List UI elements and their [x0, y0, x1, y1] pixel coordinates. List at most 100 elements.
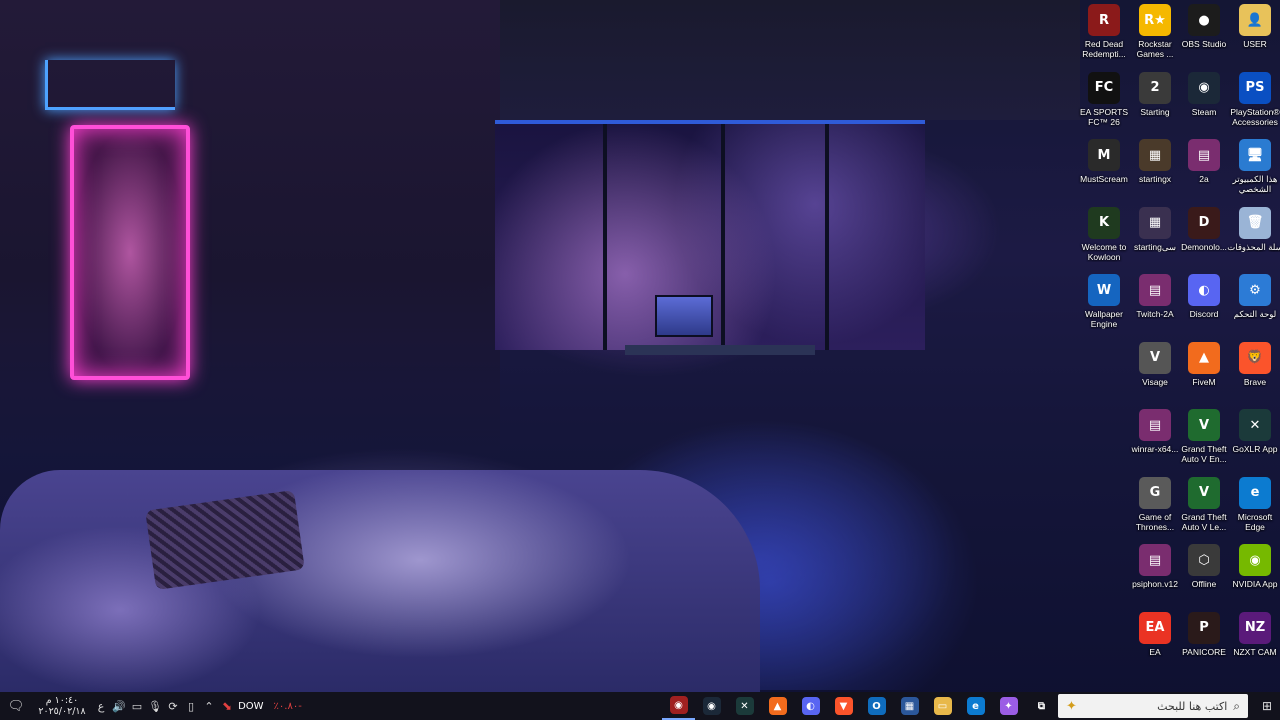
desktop-icon-winrar-installer[interactable]: ▤ winrar-x64...: [1129, 409, 1181, 473]
desktop-icon-psiphon[interactable]: ▤ psiphon.v12: [1129, 544, 1181, 608]
starting-icon: 2: [1139, 71, 1171, 104]
desktop-icon-nvidia[interactable]: ◉ NVIDIA App: [1229, 544, 1280, 608]
sparkle-icon: ✦: [1066, 698, 1077, 714]
show-hidden-icons-icon[interactable]: ⌃: [200, 692, 218, 720]
twitch-archive-icon: ▤: [1139, 274, 1171, 306]
desktop-icon-label: Rockstar Games ...: [1136, 39, 1174, 59]
desktop-icon-fivem[interactable]: ▲ FiveM: [1178, 341, 1230, 406]
this-pc-icon: 🖥: [1239, 139, 1271, 171]
mustscream-taskbar-button[interactable]: ◉: [662, 692, 695, 720]
desktop-icon-control-panel[interactable]: ⚙ لوحة التحكم: [1229, 274, 1280, 338]
desktop-icon-starting-arabic[interactable]: ▦ startingسی: [1129, 206, 1181, 271]
copilot-taskbar-button[interactable]: ✦: [992, 692, 1025, 720]
taskbar-pinned-apps: ◉ ◉ ✕ ▲ ◐ ▼ O ▦ ▭ e ✦ ⧉: [662, 692, 1058, 720]
desktop-icon-label: MustScream: [1080, 174, 1128, 184]
goxlr-taskbar-button[interactable]: ✕: [728, 692, 761, 720]
desktop-icon-label: winrar-x64...: [1131, 444, 1179, 454]
stock-change: ٪٠.٨٠-: [273, 700, 302, 712]
file-explorer-taskbar-button[interactable]: ▭: [926, 692, 959, 720]
fivem-icon: ▲: [1188, 341, 1220, 374]
task-view-taskbar-button[interactable]: ⧉: [1025, 692, 1058, 720]
fivem-taskbar-button[interactable]: ▲: [761, 692, 794, 720]
visage-icon: V: [1139, 341, 1171, 374]
desktop-icon-game-of-thrones[interactable]: G Game of Thrones...: [1129, 476, 1181, 541]
desktop-icon-brave[interactable]: 🦁 Brave: [1229, 341, 1280, 406]
desktop-icon-panicore[interactable]: P PANICORE: [1178, 611, 1230, 676]
kowloon-icon: K: [1088, 206, 1120, 239]
desktop-icon-user-folder[interactable]: 👤 USER: [1229, 4, 1280, 68]
nzxt-cam-icon: NZ: [1239, 611, 1271, 644]
desktop-icon-visage[interactable]: V Visage: [1129, 341, 1181, 406]
desktop-icon-gta-v-enhanced[interactable]: V Grand Theft Auto V En...: [1178, 409, 1230, 473]
desktop-icon-goxlr[interactable]: ✕ GoXLR App: [1229, 409, 1280, 473]
discord-taskbar-button[interactable]: ◐: [794, 692, 827, 720]
desktop-icon-nzxt-cam[interactable]: NZ NZXT CAM: [1229, 611, 1280, 676]
desktop-icon-obs[interactable]: ● OBS Studio: [1178, 4, 1230, 68]
desktop-icon-label: Demonolo...: [1181, 241, 1227, 252]
desktop-icon-winrar-archive[interactable]: ▤ 2a: [1178, 139, 1230, 203]
desktop-icon-discord[interactable]: ◐ Discord: [1178, 274, 1230, 338]
desktop-icon-label: Microsoft Edge: [1237, 511, 1273, 532]
desktop-icon-label: FiveM: [1192, 376, 1216, 387]
edge-taskbar-button[interactable]: e: [959, 692, 992, 720]
start-button[interactable]: ⊞: [1254, 692, 1280, 720]
edge-taskbar-icon: e: [966, 697, 985, 715]
goxlr-icon: ✕: [1239, 409, 1271, 441]
desktop-icon-gta-v-legacy[interactable]: V Grand Theft Auto V Le...: [1178, 476, 1230, 541]
stock-widget[interactable]: ⬊ DOW ٪٠.٨٠-: [218, 692, 308, 720]
mustscream-icon: M: [1088, 139, 1120, 171]
desktop-icon-red-dead[interactable]: R Red Dead Redempti...: [1078, 4, 1130, 68]
brave-taskbar-button[interactable]: ▼: [827, 692, 860, 720]
desktop-icon-rockstar[interactable]: R★ Rockstar Games ...: [1129, 4, 1181, 68]
wallpaper-engine-icon: W: [1088, 274, 1120, 306]
battery-icon[interactable]: ▯: [182, 692, 200, 720]
language-indicator[interactable]: ع: [92, 692, 110, 720]
sync-icon[interactable]: ⟳: [164, 692, 182, 720]
game-of-thrones-icon: G: [1139, 476, 1171, 509]
volume-icon[interactable]: 🔊: [110, 692, 128, 720]
starting-arabic-icon: ▦: [1139, 206, 1171, 239]
desktop-icon-label: Steam: [1191, 106, 1217, 117]
desktop-icon-playstation[interactable]: PS PlayStation® Accessories: [1229, 71, 1280, 136]
stock-chart-icon: ⬊: [222, 699, 233, 713]
microphone-icon[interactable]: 🎙: [146, 692, 164, 720]
desktop-icon-startingx[interactable]: ▦ startingx: [1129, 139, 1181, 203]
desktop-icon-recycle-bin[interactable]: 🗑 سلة المحذوفات: [1227, 206, 1280, 271]
desktop-icon-mustscream[interactable]: M MustScream: [1078, 139, 1130, 203]
desktop-icon-starting[interactable]: 2 Starting: [1129, 71, 1181, 136]
steam-icon: ◉: [1188, 71, 1220, 104]
user-folder-icon: 👤: [1239, 4, 1271, 36]
copilot-taskbar-icon: ✦: [999, 697, 1018, 715]
desktop-icon-this-pc[interactable]: 🖥 هذا الكمبيوتر الشخصي: [1229, 139, 1280, 203]
desktop-icon-wallpaper-engine[interactable]: W Wallpaper Engine: [1078, 274, 1130, 338]
desktop-icon-label: GoXLR App: [1232, 444, 1278, 454]
desktop-icon-label: هذا الكمبيوتر الشخصي: [1232, 174, 1278, 194]
discord-taskbar-icon: ◐: [801, 697, 820, 715]
desktop-icon-ea-fc[interactable]: FC EA SPORTS FC™ 26: [1078, 71, 1130, 136]
playstation-icon: PS: [1239, 71, 1271, 104]
store-taskbar-button[interactable]: ▦: [893, 692, 926, 720]
desktop-icon-demonologist[interactable]: D Demonolo...: [1178, 206, 1230, 271]
recycle-bin-icon: 🗑: [1239, 206, 1271, 239]
steam-taskbar-button[interactable]: ◉: [695, 692, 728, 720]
desktop-icon-label: Starting: [1140, 106, 1170, 117]
desktop-icon-twitch-archive[interactable]: ▤ Twitch-2A: [1129, 274, 1181, 338]
demonologist-icon: D: [1188, 206, 1220, 239]
system-tray: 🗨 ١٠:٤٠ م ٢٠٢٥/٠٢/١٨ ع 🔊 ▭ 🎙 ⟳ ▯ ⌃ ⬊ DOW…: [0, 692, 308, 720]
panicore-icon: P: [1188, 611, 1220, 644]
desktop-icon-ea[interactable]: EA EA: [1129, 611, 1181, 676]
network-icon[interactable]: ▭: [128, 692, 146, 720]
desktop-icon-offline[interactable]: ⬡ Offline: [1178, 544, 1230, 608]
taskbar-search[interactable]: ⌕ اكتب هنا للبحث ✦: [1058, 694, 1248, 718]
desktop-icon-steam[interactable]: ◉ Steam: [1178, 71, 1230, 136]
mustscream-taskbar-icon: ◉: [669, 696, 688, 714]
desktop-icon-label: PANICORE: [1182, 646, 1226, 657]
desktop-icon-label: Offline: [1191, 579, 1217, 589]
clock[interactable]: ١٠:٤٠ م ٢٠٢٥/٠٢/١٨: [32, 692, 92, 720]
desktop-icon-label: Twitch-2A: [1136, 309, 1174, 319]
startingx-icon: ▦: [1139, 139, 1171, 171]
desktop-icon-edge[interactable]: e Microsoft Edge: [1229, 476, 1280, 541]
outlook-taskbar-button[interactable]: O: [860, 692, 893, 720]
notification-icon[interactable]: 🗨: [0, 692, 32, 720]
desktop-icon-kowloon[interactable]: K Welcome to Kowloon: [1078, 206, 1130, 271]
